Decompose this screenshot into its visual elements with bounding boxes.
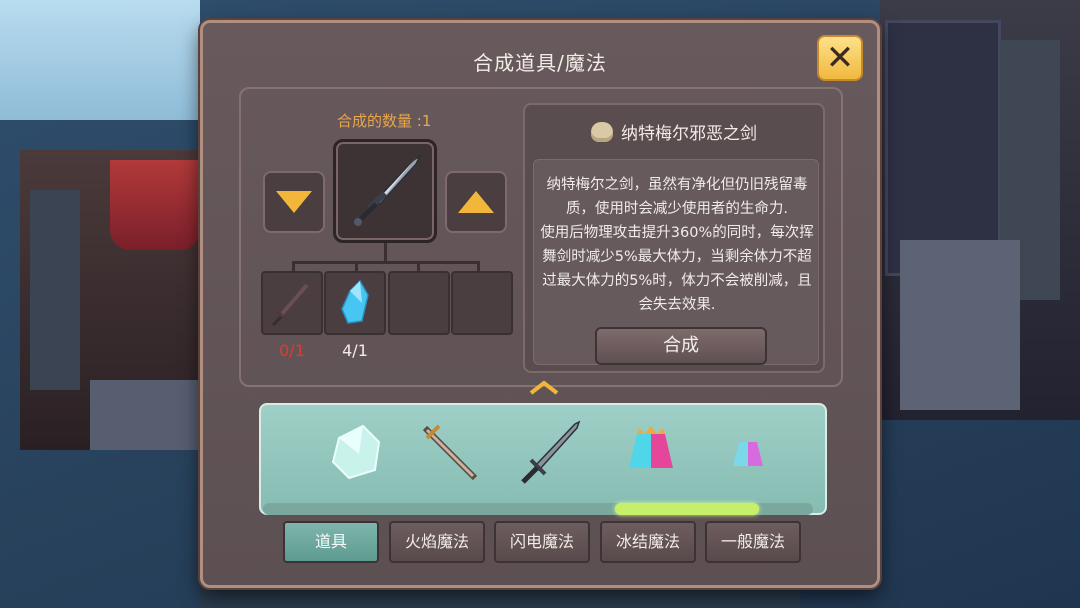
material-count-1: 0/1 [279, 341, 305, 360]
tab-fire-magic[interactable]: 火焰魔法 [389, 521, 485, 563]
left-pillar [30, 190, 80, 390]
pink-cyan-gem-icon[interactable] [615, 418, 687, 488]
red-curtain [110, 160, 200, 250]
craft-count-label: 合成的数量 :1 [337, 112, 432, 130]
tab-items[interactable]: 道具 [283, 521, 379, 563]
chevron-up-icon[interactable] [527, 379, 561, 395]
material-slot-4[interactable] [451, 271, 513, 335]
dialog-title: 合成道具/魔法 [473, 51, 607, 75]
craft-button[interactable]: 合成 [595, 327, 767, 365]
tab-lightning-magic[interactable]: 闪电魔法 [494, 521, 590, 563]
increase-count-button[interactable] [445, 171, 507, 233]
right-brick-wall [900, 240, 1020, 410]
ice-crystal-icon [341, 279, 369, 324]
tab-general-magic[interactable]: 一般魔法 [705, 521, 801, 563]
material-count-2: 4/1 [342, 341, 368, 360]
material-slot-1[interactable] [261, 271, 323, 335]
connector-line [384, 241, 387, 263]
dark-sword-icon [271, 283, 309, 327]
item-name-row: 纳特梅尔邪恶之剑 [523, 119, 825, 144]
tab-ice-magic[interactable]: 冰结魔法 [600, 521, 696, 563]
decrease-count-button[interactable] [263, 171, 325, 233]
ice-crystal-icon[interactable] [319, 418, 391, 488]
material-slot-3[interactable] [388, 271, 450, 335]
strip-scrollbar-thumb[interactable] [615, 503, 759, 515]
craft-dialog: 合成道具/魔法 ✕ 合成的数量 :1 0/1 4/1 纳特梅尔邪恶之剑 纳特梅尔… [200, 20, 880, 588]
bronze-sword-icon[interactable] [413, 418, 485, 488]
close-icon: ✕ [825, 38, 855, 78]
small-gem-icon[interactable] [713, 418, 785, 488]
dark-sword-icon[interactable] [513, 418, 585, 488]
triangle-up-icon [458, 191, 494, 213]
item-name: 纳特梅尔邪恶之剑 [621, 124, 757, 144]
triangle-down-icon [276, 191, 312, 213]
wardrobe [885, 20, 1001, 276]
snowy-roof [0, 0, 200, 120]
dark-sword-icon [354, 153, 422, 226]
material-slot-2[interactable] [324, 271, 386, 335]
close-button[interactable]: ✕ [817, 35, 863, 81]
connector-line [292, 261, 478, 264]
result-item-slot[interactable] [333, 139, 437, 243]
money-bag-icon [591, 122, 613, 142]
